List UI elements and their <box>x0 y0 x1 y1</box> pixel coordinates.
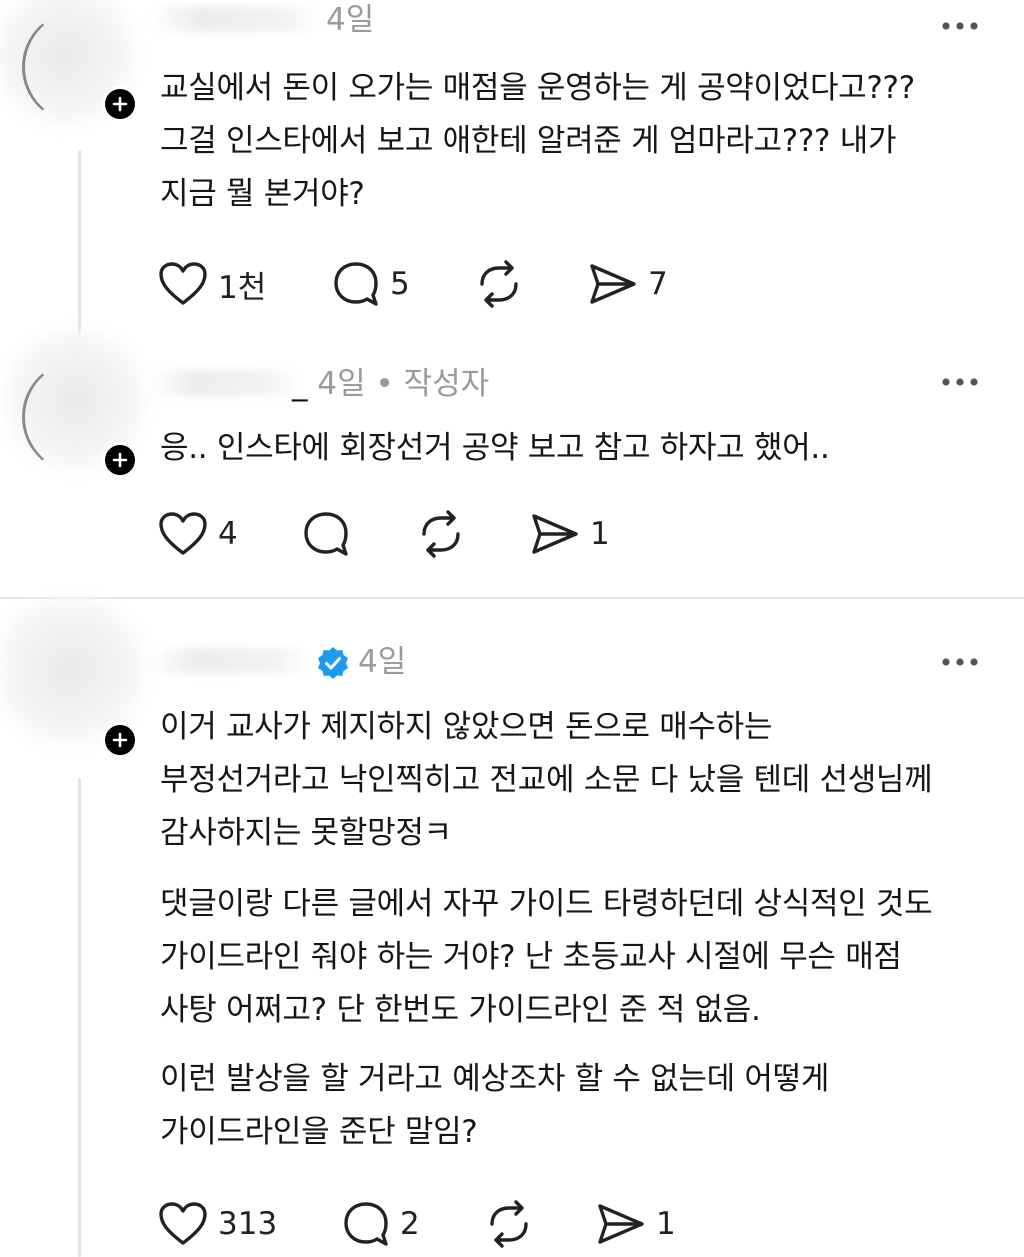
send-icon <box>590 264 636 304</box>
follow-button[interactable] <box>102 722 138 758</box>
meta-dot: • <box>365 366 404 402</box>
post-paragraph-3: 이런 발상을 할 거라고 예상조차 할 수 없는데 어떻게 가이드라인을 준단 … <box>160 1061 830 1150</box>
comment-icon <box>344 1202 388 1246</box>
author-tag: 작성자 <box>403 366 490 402</box>
post-meta: 4일 <box>326 0 374 40</box>
post-3: 4일 이거 교사가 제지하지 않았으면 돈으로 매수하는 부정선거라고 낙인찍히… <box>0 590 1024 1257</box>
post-meta: _ 4일 • 작성자 <box>292 364 489 404</box>
send-icon <box>532 514 578 554</box>
comment-icon <box>304 512 348 556</box>
action-bar: 4 1 <box>158 506 658 562</box>
post-divider <box>0 597 1024 599</box>
follow-button[interactable] <box>102 442 138 478</box>
action-bar: 1천 5 7 <box>158 256 758 312</box>
repost-button[interactable] <box>474 256 524 312</box>
send-icon <box>598 1204 644 1244</box>
like-count: 313 <box>218 1206 278 1242</box>
post-2: _ 4일 • 작성자 응.. 인스타에 회장선거 공약 보고 참고 하자고 했어… <box>0 325 1024 598</box>
repost-button[interactable] <box>484 1196 534 1252</box>
post-1: 4일 교실에서 돈이 오가는 매점을 운영하는 게 공약이었다고??? 그걸 인… <box>0 0 1024 340</box>
reply-button[interactable]: 5 <box>332 256 410 312</box>
post-text: 응.. 인스타에 회장선거 공약 보고 참고 하자고 했어.. <box>160 430 830 466</box>
heart-icon <box>159 262 207 305</box>
post-text: 교실에서 돈이 오가는 매점을 운영하는 게 공약이었다고??? 그걸 인스타에… <box>160 70 915 212</box>
share-button[interactable]: 1 <box>596 1196 676 1252</box>
plus-icon <box>112 96 128 112</box>
comment-icon <box>334 262 378 306</box>
more-icon[interactable] <box>940 20 980 32</box>
share-count: 1 <box>590 516 610 552</box>
reply-count: 2 <box>400 1206 420 1242</box>
like-count: 4 <box>218 516 238 552</box>
share-count: 1 <box>656 1206 676 1242</box>
repost-icon <box>480 260 518 308</box>
reply-button[interactable] <box>302 506 350 562</box>
username[interactable] <box>150 370 300 396</box>
post-paragraph-2: 댓글이랑 다른 글에서 자꾸 가이드 타령하던데 상식적인 것도 가이드라인 줘… <box>160 886 933 1028</box>
thread-line <box>78 150 81 335</box>
post-time: 4일 <box>358 644 407 680</box>
like-button[interactable]: 1천 <box>158 256 266 312</box>
action-bar: 313 2 1 <box>158 1196 718 1252</box>
post-meta: 4일 <box>358 642 406 682</box>
post-paragraph-1: 이거 교사가 제지하지 않았으면 돈으로 매수하는 부정선거라고 낙인찍히고 전… <box>160 709 933 851</box>
follow-button[interactable] <box>102 86 138 122</box>
post-time: 4일 <box>317 366 366 402</box>
more-icon[interactable] <box>940 376 980 388</box>
thread-line <box>78 778 81 1257</box>
post-time: 4일 <box>326 2 375 38</box>
reply-button[interactable]: 2 <box>342 1196 420 1252</box>
like-button[interactable]: 313 <box>158 1196 277 1252</box>
repost-button[interactable] <box>416 506 466 562</box>
author-underscore: _ <box>292 366 318 402</box>
heart-icon <box>159 512 207 555</box>
reply-count: 5 <box>390 266 410 302</box>
like-button[interactable]: 4 <box>158 506 238 562</box>
share-count: 7 <box>648 266 668 302</box>
username[interactable] <box>150 6 320 32</box>
share-button[interactable]: 7 <box>588 256 668 312</box>
repost-icon <box>422 510 460 558</box>
repost-icon <box>490 1200 528 1248</box>
heart-icon <box>159 1202 207 1245</box>
plus-icon <box>112 732 128 748</box>
plus-icon <box>112 452 128 468</box>
more-icon[interactable] <box>940 656 980 668</box>
username[interactable] <box>150 648 310 674</box>
share-button[interactable]: 1 <box>530 506 610 562</box>
verified-badge-icon <box>318 647 348 679</box>
like-count: 1천 <box>218 269 267 306</box>
